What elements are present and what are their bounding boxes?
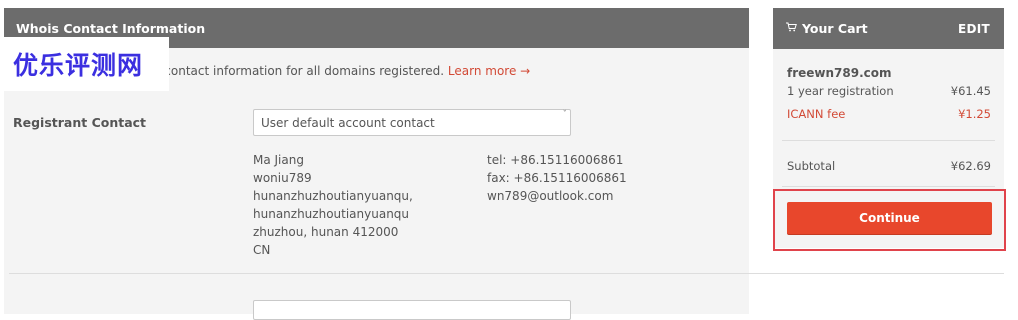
select-caret-icon: ˇ [562,110,568,120]
select-value: User default account contact [261,115,435,130]
section-divider [9,273,1004,274]
cart-title-group: Your Cart [786,21,868,36]
fax-line: fax: +86.15116006861 [487,171,627,185]
whois-title: Whois Contact Information [16,20,206,36]
registrant-address: Ma Jiang woniu789 hunanzhuzhoutianyuanqu… [253,151,413,259]
cart-separator [782,186,995,187]
line-label: ICANN fee [787,107,846,121]
continue-button[interactable]: Continue [787,202,992,234]
line-price: ¥1.25 [958,107,991,121]
address-line: zhuzhou, hunan 412000 [253,225,399,239]
tel-line: tel: +86.15116006861 [487,153,624,167]
registrant-contact-select[interactable]: User default account contact ˇ [253,109,571,136]
address-line: hunanzhuzhoutianyuanqu, [253,189,413,203]
address-line: hunanzhuzhoutianyuanqu [253,207,410,221]
address-line: Ma Jiang [253,153,304,167]
line-label: 1 year registration [787,84,894,98]
registrant-contact-details: tel: +86.15116006861 fax: +86.1511600686… [487,151,627,205]
cart-line-icann-fee: ICANN fee ¥1.25 [787,107,991,121]
subtotal-value: ¥62.69 [950,159,991,173]
next-contact-select[interactable] [253,300,571,320]
watermark-logo: 优乐评测网 [4,37,169,91]
cart-line-registration: 1 year registration ¥61.45 [787,84,991,98]
cart-domain: freewn789.com [787,66,892,80]
shopping-cart-icon [786,22,797,35]
subtotal-label: Subtotal [787,159,836,173]
email-line: wn789@outlook.com [487,189,614,203]
cart-title: Your Cart [802,21,868,36]
address-line: woniu789 [253,171,312,185]
cart-separator [782,140,995,141]
learn-more-link[interactable]: Learn more → [448,64,530,78]
line-price: ¥61.45 [950,84,991,98]
cart-header: Your Cart EDIT [773,8,1004,49]
address-line: CN [253,243,271,257]
cart-edit-link[interactable]: EDIT [958,22,990,36]
registrant-contact-label: Registrant Contact [13,115,147,130]
cart-subtotal: Subtotal ¥62.69 [787,159,991,173]
